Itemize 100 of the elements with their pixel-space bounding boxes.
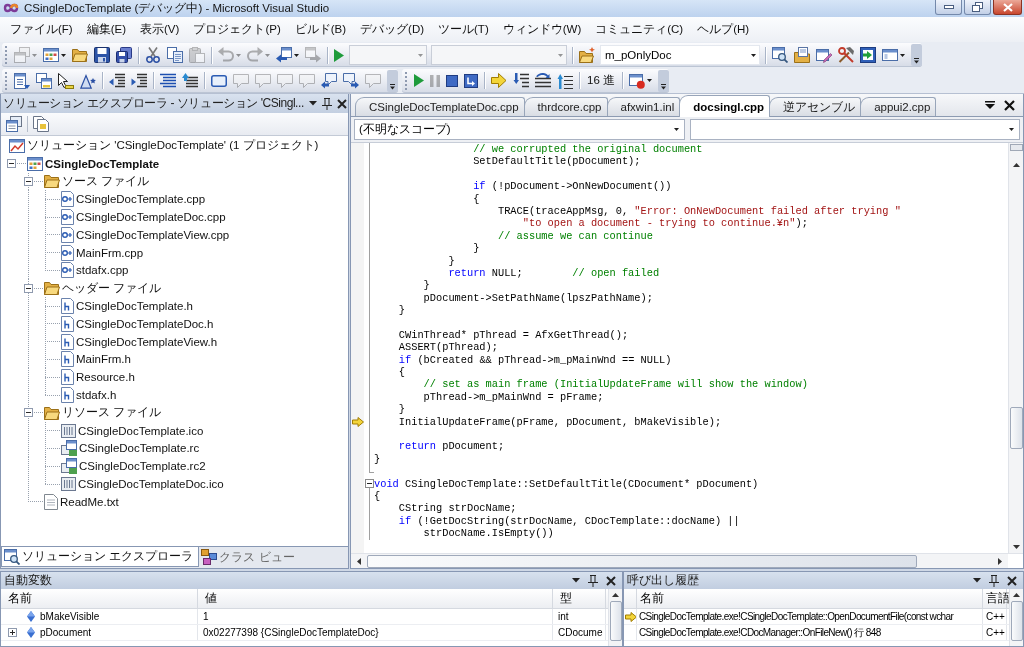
window-pencil-icon[interactable] [816, 47, 832, 63]
left-arrow-icon[interactable] [357, 557, 361, 565]
tree-item[interactable]: CSingleDocTemplate.ico [78, 424, 204, 437]
overflow-icon[interactable] [911, 44, 922, 66]
folder-star-icon[interactable] [579, 47, 595, 63]
dropdown-field[interactable]: m_pOnlyDoc [600, 45, 760, 65]
editor-tab[interactable]: CSingleDocTemplateDoc.cpp [355, 97, 525, 116]
tree-item[interactable]: リソース ファイル [62, 405, 162, 421]
column-header[interactable]: 言語 [983, 589, 1007, 608]
tree-item[interactable]: MainFrm.cpp [76, 246, 144, 259]
up-arrow-icon[interactable] [612, 593, 619, 597]
tree-item[interactable]: CSingleDocTemplateDoc.cpp [76, 211, 226, 224]
up-arrow-icon[interactable] [1012, 163, 1020, 167]
window-arrow-icon[interactable] [276, 47, 292, 63]
play-icon[interactable] [334, 48, 344, 62]
outdent-icon[interactable] [109, 72, 125, 89]
up-arrow-icon[interactable] [1013, 593, 1020, 597]
arrow-square-icon[interactable] [860, 47, 876, 63]
tree-item[interactable]: CSingleDocTemplate [45, 157, 160, 170]
windows-icon[interactable] [36, 72, 52, 89]
lines-icon[interactable] [160, 72, 176, 89]
floppy-disks-icon[interactable] [116, 47, 132, 63]
restart-icon[interactable] [464, 73, 478, 88]
stop-icon[interactable] [446, 74, 458, 87]
collapse-icon[interactable] [7, 159, 16, 169]
scroll-thumb[interactable] [367, 554, 917, 568]
collapse-icon[interactable] [24, 177, 33, 186]
menu-item[interactable]: 表示(V) [133, 22, 187, 37]
caret-icon[interactable] [308, 101, 317, 106]
restore-button[interactable] [964, 0, 991, 15]
pin-icon[interactable] [321, 97, 332, 110]
column-header[interactable]: 名前 [637, 589, 983, 608]
tree-item[interactable]: CSingleDocTemplate.rc2 [79, 460, 206, 473]
menu-item[interactable]: コミュニティ(C) [588, 22, 691, 37]
panel-tab[interactable]: ソリューション エクスプローラ [1, 547, 200, 567]
menu-item[interactable]: ヘルプ(H) [690, 22, 757, 37]
folder-icon[interactable] [72, 47, 88, 63]
minimize-button[interactable] [935, 0, 962, 15]
caret-icon[interactable] [985, 101, 995, 109]
expand-icon[interactable] [8, 628, 17, 637]
close-icon[interactable] [606, 575, 616, 586]
scroll-thumb[interactable] [609, 601, 622, 641]
editor-tab[interactable]: docsingl.cpp [679, 95, 771, 117]
caret-icon[interactable] [1009, 128, 1014, 131]
close-button[interactable] [993, 0, 1022, 15]
speech-bubble-arrow-icon[interactable] [321, 72, 337, 89]
caret-icon[interactable] [973, 578, 981, 583]
folder-page-icon[interactable] [794, 47, 810, 63]
column-header[interactable]: 型 [553, 589, 606, 608]
collapse-icon[interactable] [24, 408, 33, 418]
caret-icon[interactable] [673, 128, 679, 131]
tree-item[interactable]: ヘッダー ファイル [62, 280, 162, 296]
hammer-wrench-icon[interactable] [838, 47, 854, 63]
tree-item[interactable]: stdafx.h [76, 389, 117, 402]
menu-item[interactable]: 編集(E) [79, 22, 134, 37]
collapse-icon[interactable] [364, 479, 374, 489]
caret-icon[interactable] [294, 53, 299, 57]
tree-item[interactable]: ソース ファイル [62, 174, 150, 189]
rectangle-icon[interactable] [211, 72, 227, 89]
tree-item[interactable]: CSingleDocTemplateView.cpp [76, 228, 230, 241]
tree-item[interactable]: stdafx.cpp [76, 264, 129, 277]
editor-tab[interactable]: 逆アセンブル [769, 97, 862, 116]
vertical-scrollbar[interactable] [1008, 143, 1023, 553]
tree-item[interactable]: CSingleDocTemplateView.h [76, 335, 218, 348]
vertical-scrollbar[interactable] [1009, 589, 1023, 646]
scroll-thumb[interactable] [1010, 601, 1023, 641]
pin-icon[interactable] [989, 574, 999, 587]
scroll-thumb[interactable] [1009, 407, 1023, 449]
overflow-icon[interactable] [658, 69, 669, 92]
tree-item[interactable]: ReadMe.txt [60, 495, 119, 508]
editor-tab[interactable]: afxwin1.inl [606, 97, 681, 116]
speech-bubble-arrow-icon[interactable] [343, 72, 359, 89]
close-icon[interactable] [1007, 575, 1017, 586]
caret-icon[interactable] [751, 53, 756, 57]
vertical-scrollbar[interactable] [608, 589, 622, 646]
menu-item[interactable]: ファイル(F) [3, 22, 80, 37]
pin-icon[interactable] [588, 574, 598, 587]
caret-icon[interactable] [647, 79, 652, 82]
menu-item[interactable]: プロジェクト(P) [186, 22, 288, 37]
dropdown-field[interactable] [689, 119, 1020, 140]
editor-tab[interactable]: thrdcore.cpp [523, 97, 608, 116]
menu-item[interactable]: ツール(T) [431, 22, 496, 37]
arrow-into-lines-icon[interactable] [513, 72, 529, 89]
close-icon[interactable] [1004, 99, 1015, 111]
menu-item[interactable]: ビルド(B) [287, 22, 354, 37]
documents-icon[interactable] [33, 116, 49, 132]
tree-item[interactable]: CSingleDocTemplateDoc.ico [78, 478, 224, 491]
overflow-icon[interactable] [387, 69, 398, 92]
tree-item[interactable]: CSingleDocTemplate.cpp [76, 193, 206, 206]
tree-item[interactable]: CSingleDocTemplate.h [76, 300, 193, 313]
play-icon[interactable] [414, 74, 424, 87]
arrow-out-lines-icon[interactable] [557, 72, 573, 89]
window-magnifier-icon[interactable] [772, 47, 788, 63]
collapse-icon[interactable] [24, 283, 33, 293]
grid-window-icon[interactable] [43, 47, 59, 63]
indent-icon[interactable] [131, 72, 147, 89]
tree-item[interactable]: ソリューション 'CSingleDocTemplate' (1 プロジェクト) [27, 138, 319, 154]
caret-icon[interactable] [61, 53, 66, 57]
tree-item[interactable]: CSingleDocTemplateDoc.h [76, 317, 214, 330]
right-arrow-icon[interactable] [998, 557, 1002, 565]
